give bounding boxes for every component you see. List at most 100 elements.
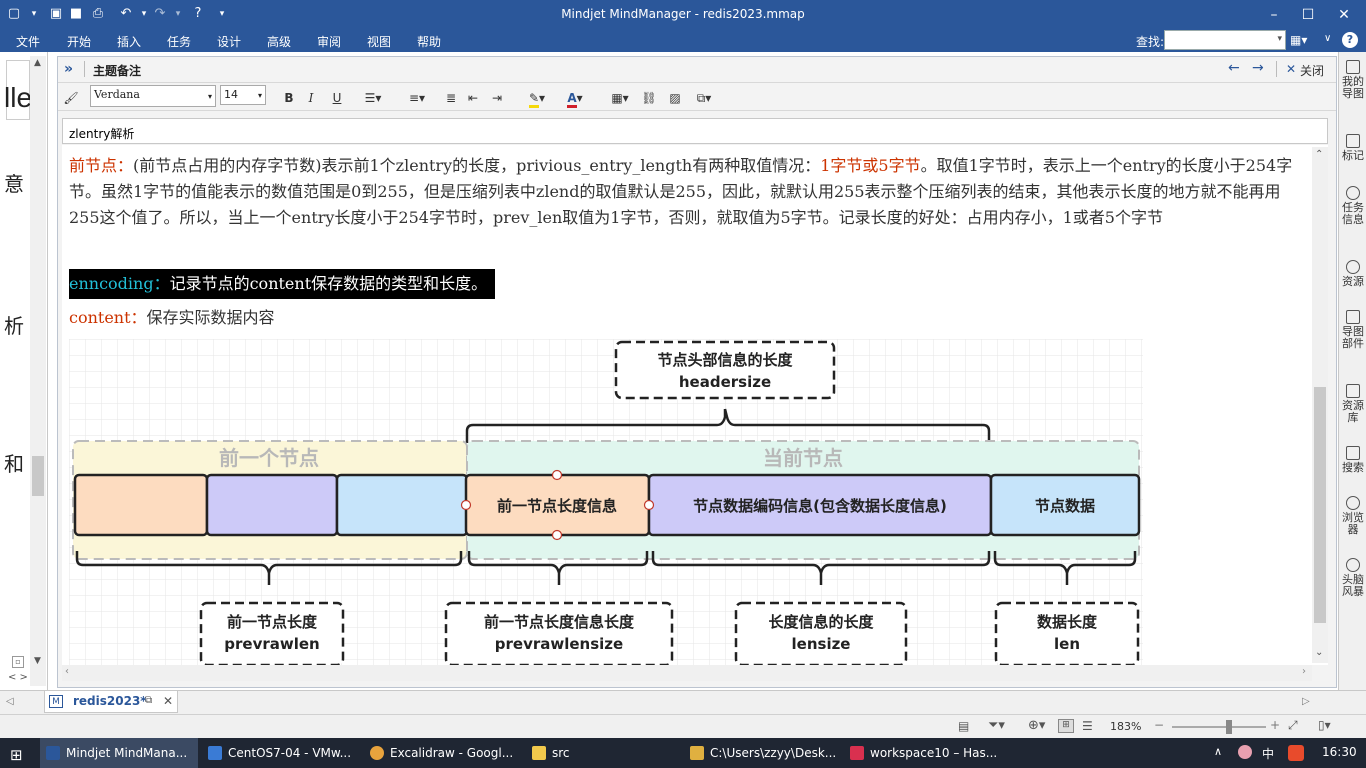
zoom-in-icon[interactable]: +	[1270, 718, 1280, 732]
menu-advanced[interactable]: 高级	[267, 33, 291, 50]
menu-design[interactable]: 设计	[217, 33, 241, 50]
expand-panel-icon[interactable]: »	[64, 61, 73, 77]
restore-doc-icon[interactable]: ⧉	[145, 695, 152, 706]
font-family-select[interactable]: Verdana ▾	[90, 85, 216, 107]
search-pane[interactable]: 搜索	[1342, 446, 1364, 474]
filter-icon[interactable]: ⏷▾	[988, 718, 1005, 733]
fit-map-icon[interactable]: ⤢	[1288, 718, 1298, 733]
markers-pane[interactable]: 标记	[1342, 134, 1364, 162]
insert-object-icon[interactable]: ⧉▾	[690, 89, 718, 107]
taskbar-item-src-folder[interactable]: src	[526, 738, 682, 768]
my-maps-pane[interactable]: 我的导图	[1342, 60, 1364, 100]
bullet-list-icon[interactable]: ≣	[442, 89, 460, 107]
link-icon[interactable]: ⛓	[640, 89, 658, 107]
search-dropdown-icon[interactable]: ▾	[1277, 34, 1282, 44]
map-nav-arrows-icon[interactable]: < >	[8, 672, 28, 683]
map-vertical-scrollbar[interactable]: ▲ ▼	[30, 56, 46, 686]
panel-toggle-icon[interactable]: ▯▾	[1318, 718, 1331, 732]
page-layout-icon[interactable]: ▤	[958, 719, 969, 733]
help-circle-icon[interactable]: ?	[1342, 32, 1358, 48]
task-pane-sidebar: 我的导图 标记 任务信息 资源 导图部件 资源库 搜索 浏览器 头脑风暴	[1338, 52, 1366, 692]
align-icon[interactable]: ☰▾	[360, 89, 386, 107]
close-doc-icon[interactable]: ✕	[163, 694, 173, 708]
font-color-icon[interactable]: A▾	[560, 89, 590, 108]
menu-task[interactable]: 任务	[167, 33, 191, 50]
taskbar-item-explorer[interactable]: C:\Users\zzyy\Desk...	[684, 738, 842, 768]
maximize-icon[interactable]: ☐	[1298, 6, 1318, 24]
layout-icon[interactable]: ▦▾	[1290, 33, 1307, 47]
image-icon[interactable]: ▨	[666, 89, 684, 107]
lightbulb-icon	[1346, 558, 1360, 572]
bold-button[interactable]: B	[280, 89, 298, 107]
brainstorm-pane[interactable]: 头脑风暴	[1342, 558, 1364, 598]
tabs-scroll-right-icon[interactable]: ▷	[1302, 696, 1310, 707]
highlight-color-icon[interactable]: ✎▾	[522, 89, 552, 108]
map-parts-pane[interactable]: 导图部件	[1342, 310, 1364, 350]
zoom-out-icon[interactable]: −	[1154, 718, 1164, 732]
scroll-right-icon[interactable]: ›	[1302, 666, 1306, 677]
numbered-list-icon[interactable]: ≡▾	[404, 89, 430, 107]
library-pane[interactable]: 资源库	[1342, 384, 1364, 424]
menu-review[interactable]: 审阅	[317, 33, 341, 50]
ribbon-collapse-icon[interactable]: ∨	[1324, 33, 1331, 44]
resources-icon	[1346, 260, 1360, 274]
tray-overflow-icon[interactable]: ∧	[1214, 745, 1222, 758]
tray-app-icon[interactable]	[1238, 745, 1252, 759]
minimize-icon[interactable]: –	[1264, 6, 1284, 24]
windows-start-icon[interactable]: ⊞	[10, 746, 23, 764]
taskbar-item-vmware[interactable]: CentOS7-04 - VMw...	[202, 738, 362, 768]
search-input[interactable]: ▾	[1164, 30, 1286, 50]
scroll-thumb[interactable]	[32, 456, 44, 496]
close-notes-button[interactable]: 关闭	[1300, 62, 1324, 79]
map-view-icon[interactable]: ⊞	[1058, 719, 1074, 733]
outline-view-icon[interactable]: ☰	[1082, 719, 1093, 733]
table-icon[interactable]: ▦▾	[606, 89, 634, 107]
underline-button[interactable]: U	[328, 89, 346, 107]
map-overview-icon[interactable]: ▫	[12, 656, 24, 668]
format-painter-icon[interactable]: 🖌	[62, 89, 80, 107]
cell-data-label: 节点数据	[1035, 497, 1095, 515]
scroll-down-icon[interactable]: ▼	[34, 656, 41, 666]
scroll-down-icon[interactable]: ⌄	[1315, 647, 1323, 658]
size-dropdown-icon[interactable]: ▾	[258, 91, 262, 100]
taskbar-item-mindmanager[interactable]: Mindjet MindMana...	[40, 738, 198, 768]
italic-button[interactable]: I	[302, 89, 320, 107]
previous-topic-icon[interactable]: ←	[1228, 60, 1240, 76]
resources-pane[interactable]: 资源	[1342, 260, 1364, 288]
next-topic-icon[interactable]: →	[1252, 60, 1264, 76]
ime-indicator[interactable]: 中	[1262, 745, 1274, 762]
topic-notes-panel: » 主题备注 ← → ✕ 关闭 🖌 Verdana ▾ 14 ▾ B I U ☰…	[57, 56, 1337, 688]
increase-indent-icon[interactable]: ⇥	[488, 89, 506, 107]
zoom-slider-thumb[interactable]	[1226, 720, 1232, 734]
tray-s-icon[interactable]	[1288, 745, 1304, 761]
taskbar-item-chrome[interactable]: Excalidraw - Googl...	[364, 738, 524, 768]
zlentry-diagram[interactable]: 节点头部信息的长度 headersize 前一个节点 当前节点 前一节点长度信息…	[69, 339, 1143, 665]
scroll-thumb[interactable]	[1314, 387, 1326, 623]
notes-horizontal-scrollbar[interactable]: ‹ ›	[62, 665, 1312, 681]
font-size-select[interactable]: 14 ▾	[220, 85, 266, 105]
topic-add-icon[interactable]: ⊕▾	[1028, 718, 1045, 733]
menu-view[interactable]: 视图	[367, 33, 391, 50]
task-info-pane[interactable]: 任务信息	[1342, 186, 1364, 226]
document-tabs: ◁ M redis2023* ⧉ ✕ ▷	[0, 690, 1366, 714]
browser-pane[interactable]: 浏览器	[1342, 496, 1364, 536]
font-dropdown-icon[interactable]: ▾	[208, 92, 212, 101]
notes-content[interactable]: 前节点：(前节点占用的内存字节数)表示前1个zlentry的长度，priviou…	[62, 145, 1328, 665]
menu-insert[interactable]: 插入	[117, 33, 141, 50]
scroll-up-icon[interactable]: ⌃	[1315, 149, 1323, 160]
close-window-icon[interactable]: ✕	[1334, 6, 1354, 24]
taskbar-item-intellij[interactable]: workspace10 – Has...	[844, 738, 1004, 768]
scroll-up-icon[interactable]: ▲	[34, 58, 41, 68]
scroll-left-icon[interactable]: ‹	[65, 666, 69, 677]
notes-vertical-scrollbar[interactable]: ⌃ ⌄	[1312, 147, 1328, 663]
topic-title-field[interactable]: zlentry解析	[62, 118, 1328, 144]
tabs-scroll-left-icon[interactable]: ◁	[6, 696, 14, 707]
clock-time[interactable]: 16:30	[1322, 745, 1357, 759]
doc-tab-redis2023[interactable]: M redis2023* ⧉ ✕	[44, 691, 178, 713]
menu-help[interactable]: 帮助	[417, 33, 441, 50]
close-notes-icon[interactable]: ✕	[1286, 62, 1296, 76]
menu-home[interactable]: 开始	[67, 33, 91, 50]
decrease-indent-icon[interactable]: ⇤	[464, 89, 482, 107]
menu-file[interactable]: 文件	[16, 33, 40, 50]
zoom-slider[interactable]	[1172, 720, 1266, 734]
